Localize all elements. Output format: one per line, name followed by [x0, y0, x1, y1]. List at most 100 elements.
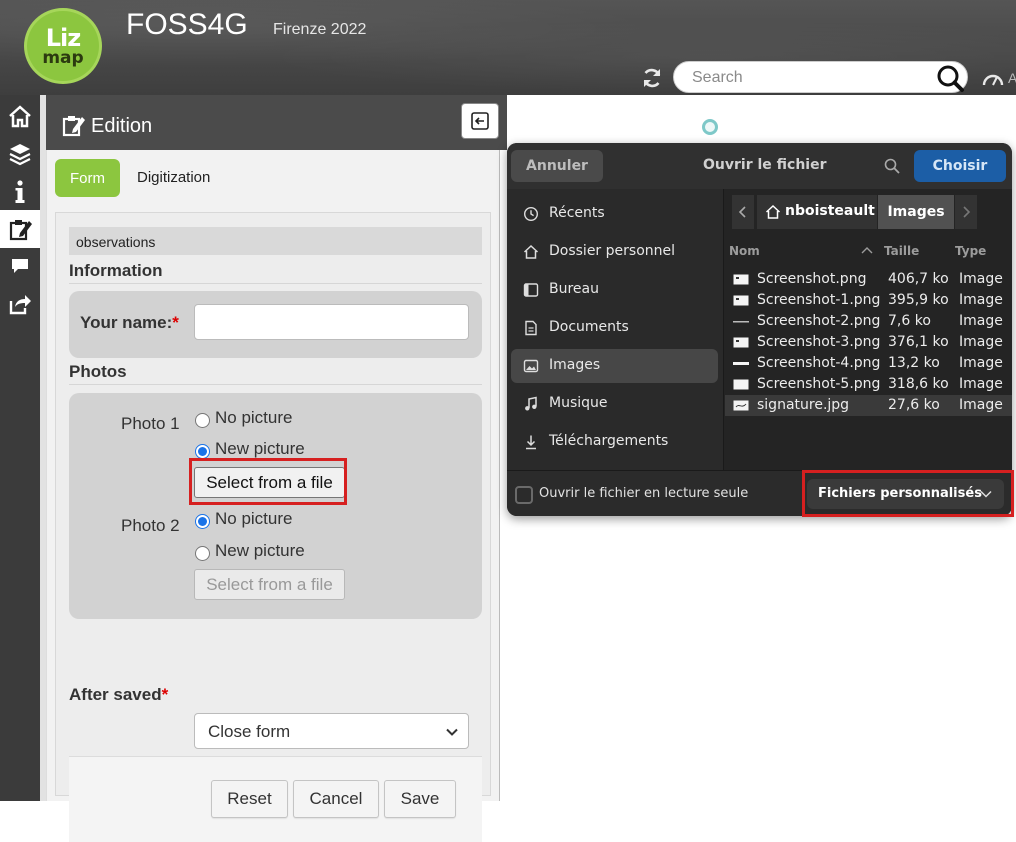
dock-title: Edition [91, 115, 153, 137]
path-segment-label: nboisteault [785, 203, 875, 219]
file-size: 13,2 ko [888, 355, 940, 371]
photo1-label: Photo 1 [121, 414, 180, 433]
place-home[interactable]: Dossier personnel [511, 235, 718, 269]
save-button[interactable]: Save [384, 780, 456, 818]
file-type: Image [959, 334, 1003, 350]
menu-home[interactable] [0, 97, 40, 135]
place-images[interactable]: Images [511, 349, 718, 383]
information-group: Your name:* [69, 291, 482, 358]
place-recent[interactable]: Récents [511, 197, 718, 231]
file-row[interactable]: Screenshot-5.png 318,6 ko Image [725, 374, 1012, 395]
photo2-radio-new-picture[interactable] [195, 546, 210, 561]
required-mark: * [172, 313, 179, 332]
home-icon [523, 244, 539, 259]
dialog-title: Ouvrir le fichier [703, 157, 827, 173]
place-label: Téléchargements [549, 433, 669, 449]
file-row[interactable]: Screenshot-1.png 395,9 ko Image [725, 290, 1012, 311]
header: Liz map FOSS4G Firenze 2022 A [0, 0, 1016, 95]
menu-share[interactable] [0, 285, 40, 323]
gauge-icon[interactable] [982, 69, 1004, 87]
dialog-choose-button[interactable]: Choisir [914, 150, 1006, 182]
edit-clipboard-icon [62, 116, 85, 137]
file-row[interactable]: Screenshot-2.png 7,6 ko Image [725, 311, 1012, 332]
file-filter-label: Fichiers personnalisés [818, 486, 982, 501]
image-thumbnail-icon [733, 295, 749, 306]
path-bar: nboisteault Images [732, 195, 980, 229]
file-row[interactable]: Screenshot.png 406,7 ko Image [725, 269, 1012, 290]
file-name: Screenshot.png [757, 271, 867, 287]
dialog-cancel-button[interactable]: Annuler [511, 150, 603, 182]
file-name: Screenshot-1.png [757, 292, 881, 308]
file-row[interactable]: signature.jpg 27,6 ko Image [725, 395, 1012, 416]
image-icon [523, 359, 539, 373]
path-segment-home[interactable]: nboisteault [757, 195, 877, 229]
layers-icon [9, 144, 31, 166]
photo2-new-picture-label: New picture [215, 541, 305, 560]
image-thumbnail-icon [733, 400, 749, 411]
column-size[interactable]: Taille [884, 244, 919, 258]
refresh-icon[interactable] [640, 66, 664, 90]
file-name: Screenshot-3.png [757, 334, 881, 350]
file-type: Image [959, 397, 1003, 413]
after-saved-value: Close form [208, 722, 291, 741]
download-icon [526, 435, 536, 450]
photo1-select-file-button[interactable]: Select from a file [194, 467, 345, 498]
photo2-radio-no-picture[interactable] [195, 514, 210, 529]
form-actions: Reset Cancel Save [69, 756, 482, 842]
readonly-checkbox[interactable] [515, 486, 533, 504]
photo1-no-picture-label: No picture [215, 408, 293, 427]
layer-name: observations [69, 227, 482, 255]
dock-collapse-button[interactable] [461, 103, 499, 139]
menu-comments[interactable] [0, 247, 40, 285]
menu-edition[interactable] [0, 210, 40, 248]
lizmap-logo[interactable]: Liz map [24, 8, 102, 84]
file-filter-dropdown[interactable]: Fichiers personnalisés [807, 479, 1004, 509]
place-music[interactable]: Musique [511, 387, 718, 421]
reset-button[interactable]: Reset [211, 780, 288, 818]
file-type: Image [959, 271, 1003, 287]
column-type[interactable]: Type [955, 244, 986, 258]
arrow-left-box-icon [471, 112, 489, 130]
path-segment-images[interactable]: Images [878, 195, 954, 229]
search-input[interactable] [690, 67, 930, 89]
file-type: Image [959, 292, 1003, 308]
image-thumbnail-icon [733, 321, 749, 323]
place-downloads[interactable]: Téléchargements [511, 425, 718, 459]
menu-layers[interactable] [0, 135, 40, 173]
photo1-radio-no-picture[interactable] [195, 413, 210, 428]
file-size: 7,6 ko [888, 313, 931, 329]
place-desktop[interactable]: Bureau [511, 273, 718, 307]
file-row[interactable]: Screenshot-4.png 13,2 ko Image [725, 353, 1012, 374]
dock-header: Edition [46, 95, 507, 150]
file-size: 376,1 ko [888, 334, 949, 350]
photo1-radio-new-picture[interactable] [195, 444, 210, 459]
column-name[interactable]: Nom [729, 244, 760, 258]
cancel-button[interactable]: Cancel [293, 780, 379, 818]
tab-digitization[interactable]: Digitization [137, 169, 210, 186]
file-name: Screenshot-4.png [757, 355, 881, 371]
tab-form[interactable]: Form [55, 159, 120, 197]
divider [69, 283, 482, 284]
dock-body: Form Digitization observations Informati… [46, 150, 500, 842]
file-list-header: Nom Taille Type [725, 239, 1012, 263]
after-saved-select[interactable]: Close form [194, 713, 469, 749]
chevron-down-icon [980, 490, 992, 498]
home-icon [9, 105, 31, 128]
file-chooser-dialog: Annuler Ouvrir le fichier Choisir Récent… [507, 143, 1012, 516]
sort-up-icon [861, 247, 873, 254]
file-name: Screenshot-5.png [757, 376, 881, 392]
dialog-footer: Ouvrir le fichier en lecture seule Fichi… [507, 470, 1012, 516]
search-icon[interactable] [884, 158, 900, 174]
file-row[interactable]: Screenshot-3.png 376,1 ko Image [725, 332, 1012, 353]
photo2-select-file-button[interactable]: Select from a file [194, 569, 345, 600]
home-icon [765, 204, 781, 219]
places-sidebar: Récents Dossier personnel Bureau Documen… [507, 189, 724, 470]
path-forward-button[interactable] [955, 195, 977, 229]
music-icon [525, 396, 537, 411]
menu-information[interactable] [0, 173, 40, 211]
your-name-input[interactable] [194, 304, 469, 340]
path-back-button[interactable] [732, 195, 754, 229]
place-documents[interactable]: Documents [511, 311, 718, 345]
search-icon[interactable] [935, 63, 965, 93]
place-label: Musique [549, 395, 608, 411]
